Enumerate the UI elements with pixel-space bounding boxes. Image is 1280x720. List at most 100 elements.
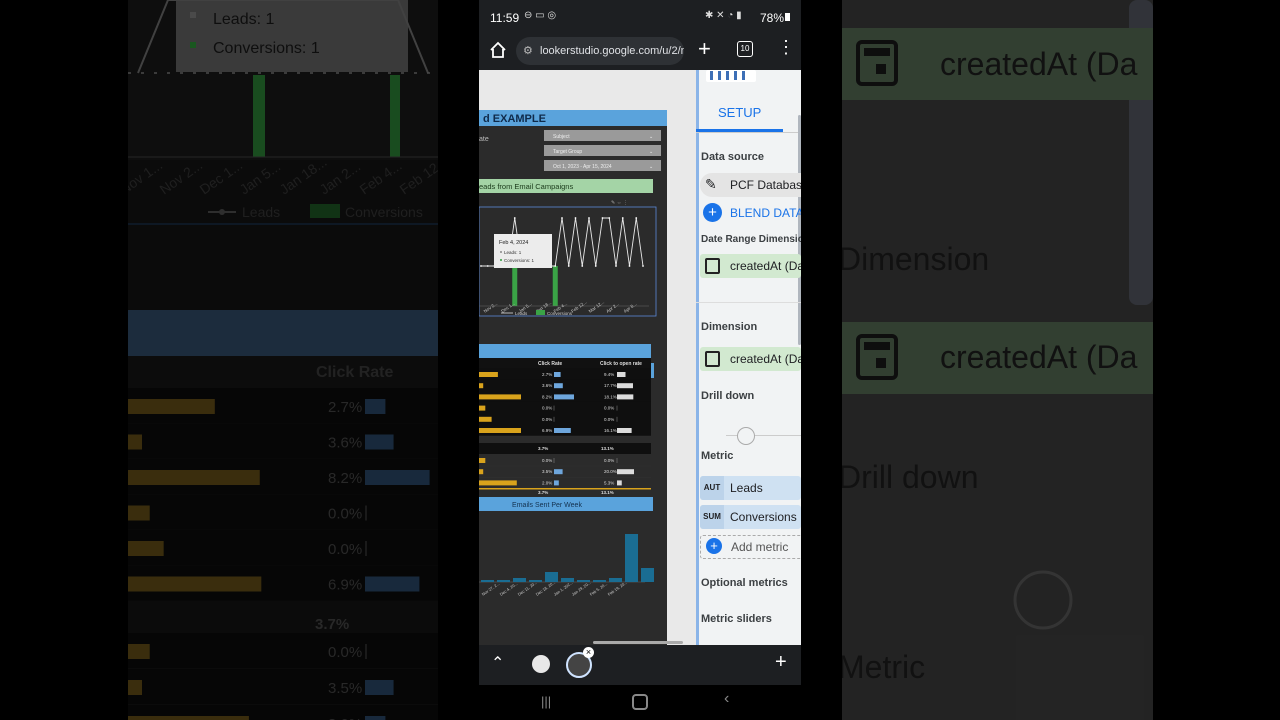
email-bar[interactable] xyxy=(641,568,654,582)
svg-text:✎ ⇔ ⋮: ✎ ⇔ ⋮ xyxy=(611,200,628,206)
metric-chip-conversions[interactable]: SUM Conversions xyxy=(700,505,801,529)
leads-point[interactable] xyxy=(561,217,563,219)
tab-count-button[interactable]: 10 xyxy=(737,41,753,57)
report-title: d EXAMPLE xyxy=(483,113,546,125)
table-row[interactable]: 6.9% 16.1% xyxy=(479,424,651,437)
filter-target-group[interactable]: Target Group ⌄ xyxy=(544,145,661,156)
cell-bar xyxy=(479,383,484,389)
recent-apps-icon[interactable]: ||| xyxy=(541,694,551,709)
leads-point[interactable] xyxy=(567,265,570,267)
metric-sliders-label[interactable]: Metric sliders xyxy=(701,613,772,625)
site-settings-icon[interactable]: ⚙ xyxy=(523,37,533,65)
table-row[interactable]: 0.0% 0.0% xyxy=(479,401,651,414)
open-rate-bar xyxy=(617,372,626,377)
menu-icon[interactable]: ⋮ xyxy=(777,38,795,56)
emails-bar-chart[interactable]: Nov 27, 2...Dec 4, 20...Dec 11, 20...Dec… xyxy=(479,534,654,597)
metric-name-leads: Leads xyxy=(730,481,763,495)
filter-target-label: Target Group xyxy=(553,149,582,155)
leads-point[interactable] xyxy=(601,217,604,219)
drill-down-toggle[interactable] xyxy=(737,427,755,445)
table-row[interactable]: 2.7% 9.4% xyxy=(479,368,651,381)
email-bar[interactable] xyxy=(497,580,510,582)
url-text: lookerstudio.google.com/u/2/r xyxy=(540,45,684,57)
cell-click-rate: 8.2% xyxy=(542,394,552,399)
leads-point[interactable] xyxy=(486,265,489,267)
table-row[interactable]: 0.0% 0.0% xyxy=(479,458,651,467)
leads-point[interactable] xyxy=(554,265,557,267)
home-nav-icon[interactable] xyxy=(632,694,648,710)
leads-point[interactable] xyxy=(581,265,584,267)
email-bar[interactable] xyxy=(625,534,638,582)
tooltip-conversions: Conversions: 1 xyxy=(504,258,535,263)
blend-data-label: BLEND DATA xyxy=(730,206,801,220)
filter-subject-label: Subject xyxy=(553,134,570,140)
leads-point[interactable] xyxy=(635,217,638,219)
table-row[interactable]: 0.0% 0.0% xyxy=(479,412,651,425)
leads-point[interactable] xyxy=(608,217,611,219)
close-tab-icon[interactable]: × xyxy=(583,647,594,658)
leads-point[interactable] xyxy=(480,265,482,267)
campaign-table[interactable]: 2.7% 9.4%3.6% 17.7%8.2% 18.1%0.0% 0.0%0.0% 0.… xyxy=(479,368,651,495)
leads-point[interactable] xyxy=(615,265,617,267)
metric-label: Metric xyxy=(701,450,734,462)
x-tick-label: Apr 8... xyxy=(623,301,638,313)
blend-data-button[interactable]: + BLEND DATA xyxy=(700,201,801,225)
leads-point[interactable] xyxy=(574,217,577,219)
table-row[interactable]: 3.6% 17.7% xyxy=(479,379,651,392)
filter-date-range[interactable]: Oct 1, 2023 - Apr 15, 2024 ⌄ xyxy=(544,160,661,171)
metric-agg-conversions[interactable]: SUM xyxy=(700,505,724,529)
background-left-zoom: Leads: 1 Conversions: 1 Nov 1... Nov 2...… xyxy=(128,0,438,720)
leads-point[interactable] xyxy=(513,217,516,219)
data-source-chip[interactable]: ✎ PCF Databas xyxy=(700,173,801,197)
dimension-chip[interactable]: createdAt (Da xyxy=(700,347,801,371)
cell-bar xyxy=(479,372,498,377)
properties-panel: SETUP Data source ✎ PCF Databas + BLEND … xyxy=(696,70,801,645)
conversion-bar[interactable] xyxy=(512,266,518,306)
cell-bar xyxy=(479,416,492,422)
panel-divider[interactable] xyxy=(696,70,699,645)
add-metric-button[interactable]: + Add metric xyxy=(700,535,801,559)
data-source-name: PCF Databas xyxy=(730,178,801,192)
leads-point[interactable] xyxy=(588,217,590,219)
home-icon[interactable] xyxy=(489,41,507,59)
cell-bar xyxy=(479,458,486,463)
email-bar[interactable] xyxy=(481,580,494,582)
tab-setup[interactable]: SETUP xyxy=(718,105,761,120)
click-rate-bar xyxy=(554,372,561,377)
date-range-label: Date Range Dimensio xyxy=(701,234,801,245)
leads-point[interactable] xyxy=(642,265,644,267)
conversion-bar[interactable] xyxy=(552,266,558,306)
email-bar[interactable] xyxy=(609,578,622,582)
address-bar[interactable]: ⚙ lookerstudio.google.com/u/2/r xyxy=(516,37,684,65)
tab-favicon[interactable] xyxy=(532,655,550,673)
canvas-scrollbar[interactable] xyxy=(593,641,683,644)
metric-agg-leads[interactable]: AUT xyxy=(700,476,724,500)
bg-dim-overlay xyxy=(128,0,438,720)
new-tab-icon[interactable]: + xyxy=(698,36,711,62)
filter-subject[interactable]: Subject ⌄ xyxy=(544,130,661,141)
tab-count: 10 xyxy=(740,44,750,53)
cell-bar xyxy=(479,469,484,475)
click-rate-bar xyxy=(554,394,574,400)
optional-metrics-label[interactable]: Optional metrics xyxy=(701,577,788,589)
table-row[interactable]: 2.0% 5.3% xyxy=(479,480,651,489)
add-tab-icon[interactable]: + xyxy=(775,651,787,674)
pencil-icon[interactable]: ✎ xyxy=(705,176,717,193)
leads-point[interactable] xyxy=(628,265,631,267)
date-range-chip[interactable]: createdAt (Da xyxy=(700,254,801,278)
cell-click-rate: 2.7% xyxy=(542,372,552,377)
click-rate-bar xyxy=(554,480,559,486)
report-page: d EXAMPLE ate Subject ⌄ Target Group ⌄ Oct… xyxy=(479,110,667,645)
leads-point[interactable] xyxy=(621,217,624,219)
tooltip-leads: Leads: 1 xyxy=(504,250,522,255)
chevron-up-icon[interactable]: ⌃ xyxy=(491,653,504,673)
metric-chip-leads[interactable]: AUT Leads xyxy=(700,476,801,500)
battery-icon xyxy=(785,13,790,21)
panel-scrollbar[interactable] xyxy=(798,115,801,345)
leads-point[interactable] xyxy=(594,265,597,267)
click-rate-bar xyxy=(554,428,571,433)
table-row[interactable]: 8.2% 18.1% xyxy=(479,390,651,403)
date-range-value: createdAt (Da xyxy=(730,259,801,273)
table-row[interactable]: 3.5% 20.0% xyxy=(479,469,651,478)
back-icon[interactable]: ‹ xyxy=(724,690,729,708)
